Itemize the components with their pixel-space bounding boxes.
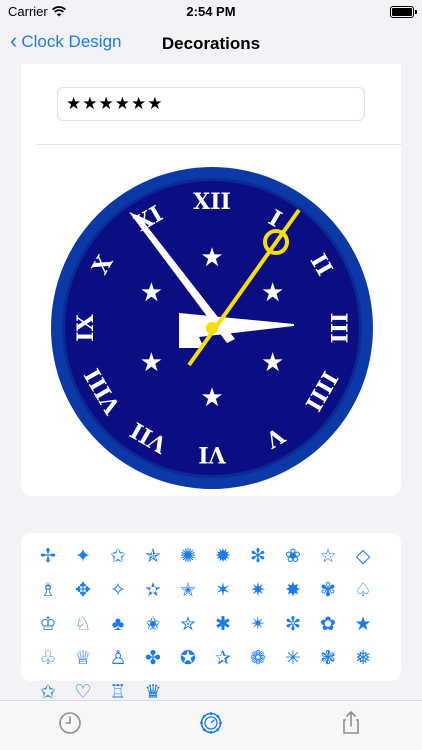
decoration-glyph-button[interactable]: ✥ [66,573,100,607]
decoration-glyph-button[interactable]: ❅ [346,641,380,675]
decoration-glyph-button[interactable]: ✾ [311,573,345,607]
decoration-grid: ✢ ✦ ✩ ✯ ✺ ✹ ✻ ❀ ☆ ◇ ♗ ✥ ✧ ✫ ✭ ✶ ✷ ✸ ✾ ♤ ♔ ♘ ♣ ✬ ✮ ✱ ✴ ✼ ✿ ★ ♧ ♕ ♙ ✤ ✪ ✰ ❁ ✳ ❃ ❅… [31,539,391,709]
decoration-glyph-button[interactable]: ✮ [171,607,205,641]
decoration-text-field[interactable]: ★★★★★★ [57,87,365,121]
decoration-glyph-button[interactable]: ♤ [346,573,380,607]
decoration-glyph-button[interactable]: ✳ [276,641,310,675]
decoration-glyph-button[interactable]: ✩ [101,539,135,573]
decoration-glyph-button[interactable]: ✧ [101,573,135,607]
decoration-glyph-button[interactable]: ✺ [171,539,205,573]
decoration-glyph-button[interactable]: ✸ [276,573,310,607]
decoration-glyph-button[interactable]: ✿ [311,607,345,641]
decoration-glyph-button[interactable]: ✬ [136,607,170,641]
navigation-bar: ‹ Clock Design Decorations [0,24,422,64]
decoration-glyph-button[interactable]: ❀ [276,539,310,573]
clock-star: ★ [261,348,284,378]
decoration-glyph-button[interactable]: ♣ [101,607,135,641]
clock-tab-icon[interactable] [56,709,84,737]
decoration-glyph-button[interactable]: ❃ [311,641,345,675]
clock-numeral: IX [73,313,99,341]
status-time: 2:54 PM [186,4,236,19]
decoration-glyph-button[interactable]: ✢ [31,539,65,573]
decoration-glyph-button[interactable]: ✰ [206,641,240,675]
design-tab-icon[interactable] [197,709,225,737]
decoration-glyph-button[interactable]: ✭ [171,573,205,607]
decoration-glyph-button[interactable]: ♔ [31,607,65,641]
decoration-glyph-button[interactable]: ♘ [66,607,100,641]
decoration-glyph-button[interactable]: ♙ [101,641,135,675]
clock-numeral: VI [198,441,226,467]
decoration-glyph-button[interactable]: ✫ [136,573,170,607]
decoration-glyph-button[interactable]: ✯ [136,539,170,573]
decoration-glyph-button[interactable]: ✼ [276,607,310,641]
decoration-glyph-button[interactable]: ♕ [66,641,100,675]
clock-star: ★ [261,278,284,308]
tab-bar [0,700,422,750]
share-tab-icon[interactable] [337,709,365,737]
decoration-glyph-button[interactable]: ☆ [311,539,345,573]
decoration-glyph-button[interactable]: ✪ [171,641,205,675]
clock-numeral: III [325,313,351,344]
clock-star: ★ [140,278,163,308]
clock-star: ★ [200,243,223,273]
decoration-glyph-button[interactable]: ✷ [241,573,275,607]
decoration-glyph-button[interactable]: ♧ [31,641,65,675]
clock-star: ★ [200,383,223,413]
center-cap [206,322,218,334]
decoration-picker-card: ✢ ✦ ✩ ✯ ✺ ✹ ✻ ❀ ☆ ◇ ♗ ✥ ✧ ✫ ✭ ✶ ✷ ✸ ✾ ♤ ♔ ♘ ♣ ✬ ✮ ✱ ✴ ✼ ✿ ★ ♧ ♕ ♙ ✤ ✪ ✰ ❁ ✳ ❃ ❅… [21,533,401,702]
decoration-glyph-button[interactable]: ♗ [31,573,65,607]
clock-star: ★ [140,348,163,378]
battery-icon [390,6,417,18]
divider [37,144,401,145]
page-title: Decorations [161,34,261,53]
decoration-glyph-button[interactable]: ★ [346,607,380,641]
decoration-glyph-button[interactable]: ✱ [206,607,240,641]
decoration-preview-card: ★★★★★★ XII I II III IIII V VI VII VIII IX X XI ★ ★ ★ ★… [21,64,401,496]
status-bar: Carrier 2:54 PM [0,0,422,24]
decoration-glyph-button[interactable]: ✹ [206,539,240,573]
clock-numeral: XII [193,189,231,215]
decoration-glyph-button[interactable]: ✶ [206,573,240,607]
clock-preview: XIIIIIIIIIIIIVVIVIIVIIIIXXXI ★★★★★★ [51,167,373,489]
decoration-glyph-button[interactable]: ✦ [66,539,100,573]
decoration-glyph-button[interactable]: ✻ [241,539,275,573]
decoration-glyph-button[interactable]: ✤ [136,641,170,675]
decoration-glyph-button[interactable]: ◇ [346,539,380,573]
decoration-glyph-button[interactable]: ✴ [241,607,275,641]
decoration-glyph-button[interactable]: ❁ [241,641,275,675]
